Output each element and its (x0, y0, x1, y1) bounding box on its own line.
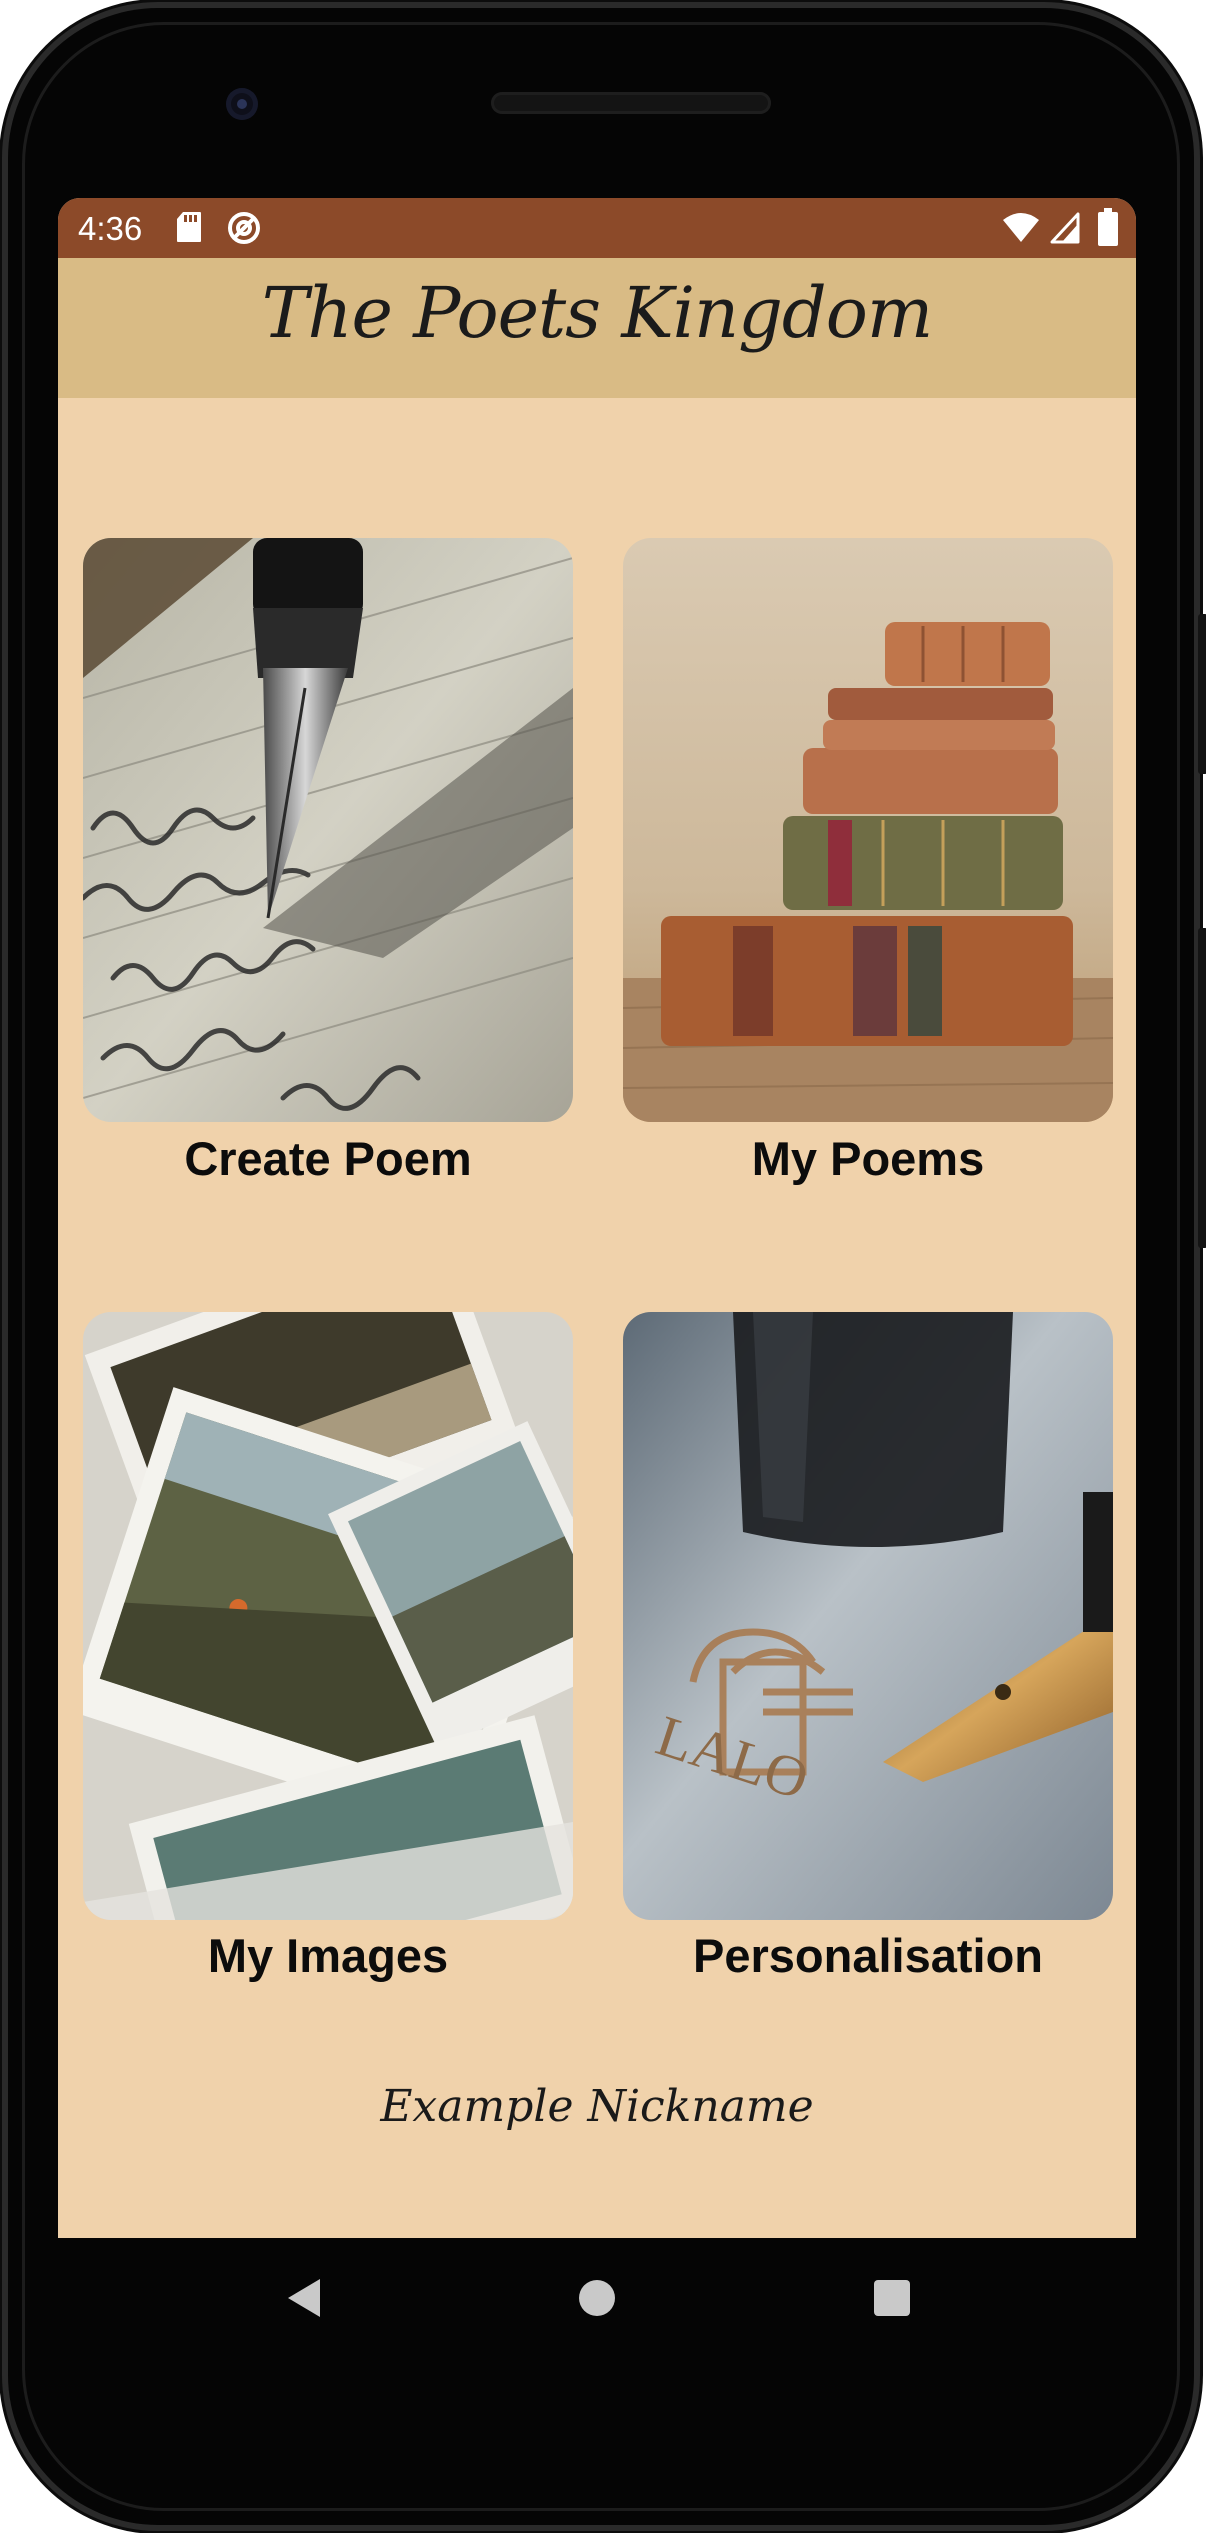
my-poems-label[interactable]: My Poems (598, 1131, 1136, 1186)
signal-icon (1050, 212, 1080, 244)
nickname-text: Example Nickname (380, 2081, 814, 2132)
scattered-photographs-photo (83, 1312, 573, 1920)
pen-nib-and-inkwell-photo: LALO (623, 1312, 1113, 1920)
battery-icon (1098, 208, 1118, 246)
wifi-icon (1003, 213, 1039, 242)
personalisation-image[interactable]: LALO (623, 1312, 1113, 1920)
stack-of-old-books-photo (623, 538, 1113, 1122)
earpiece-speaker (491, 92, 771, 114)
home-icon[interactable] (579, 2280, 615, 2316)
sd-card-icon (177, 212, 201, 242)
navigation-bar (58, 2238, 1136, 2358)
my-images-image[interactable] (83, 1312, 573, 1920)
app-title: The Poets Kingdom (261, 272, 934, 354)
back-icon[interactable] (286, 2277, 322, 2319)
my-images-label[interactable]: My Images (58, 1928, 598, 1983)
app-header: The Poets Kingdom (58, 258, 1136, 398)
recents-icon[interactable] (874, 2280, 910, 2316)
sync-icon (228, 212, 260, 244)
volume-button (1198, 928, 1206, 1248)
my-poems-image[interactable] (623, 538, 1113, 1122)
app-screen: 4:36 The Poets Kingdom Create Poem My Po… (58, 198, 1136, 2238)
power-button (1198, 614, 1206, 774)
fountain-pen-writing-photo (83, 538, 573, 1122)
personalisation-label[interactable]: Personalisation (598, 1928, 1136, 1983)
create-poem-image[interactable] (83, 538, 573, 1122)
status-bar: 4:36 (58, 198, 1136, 258)
create-poem-label[interactable]: Create Poem (58, 1131, 598, 1186)
front-camera (226, 88, 258, 120)
status-time: 4:36 (78, 210, 143, 247)
